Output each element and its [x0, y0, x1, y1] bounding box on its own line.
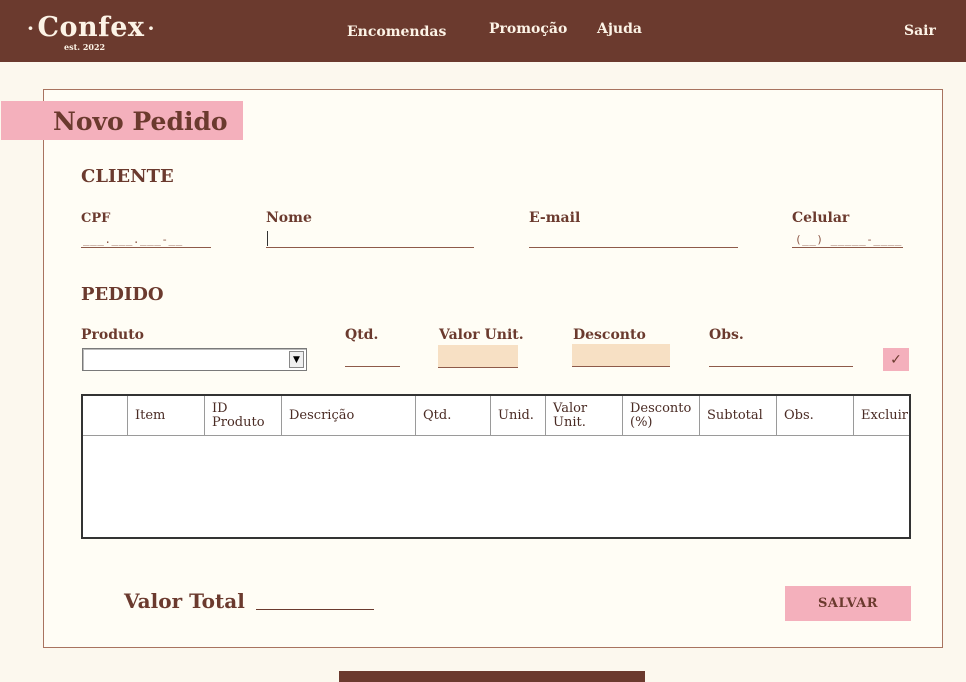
table-header: Item ID Produto Descrição Qtd. Unid. Val… [83, 396, 909, 436]
produto-label: Produto [81, 327, 145, 343]
valor-total-value [256, 609, 374, 610]
nav-promocao[interactable]: Promoção [489, 21, 567, 37]
cpf-label: CPF [81, 211, 111, 226]
valor-unit-field[interactable] [438, 345, 518, 368]
nome-label: Nome [266, 210, 312, 226]
cpf-mask: ___.___.___-__ [83, 233, 183, 246]
nav-sair[interactable]: Sair [904, 23, 936, 39]
desconto-field[interactable] [572, 344, 670, 367]
obs-label: Obs. [709, 327, 744, 343]
nome-field[interactable] [266, 228, 474, 248]
chevron-down-icon[interactable]: ▼ [289, 351, 304, 368]
valor-total-label: Valor Total [124, 589, 245, 613]
email-field[interactable] [529, 228, 738, 248]
save-button[interactable]: SALVAR [785, 586, 911, 621]
nav-encomendas[interactable]: Encomendas [347, 24, 446, 40]
email-label: E-mail [529, 210, 581, 226]
column-header-descricao[interactable]: Descrição [282, 396, 416, 436]
celular-label: Celular [792, 210, 850, 226]
cliente-section-title: CLIENTE [81, 166, 174, 187]
column-header-valor-unit[interactable]: Valor Unit. [546, 396, 623, 436]
valor-unit-label: Valor Unit. [439, 327, 524, 343]
items-table[interactable]: Item ID Produto Descrição Qtd. Unid. Val… [81, 394, 911, 539]
qtd-label: Qtd. [345, 327, 379, 343]
add-item-button[interactable]: ✓ [883, 348, 909, 371]
column-header-id-produto[interactable]: ID Produto [205, 396, 282, 436]
text-cursor [267, 231, 268, 246]
qtd-field[interactable] [345, 347, 400, 367]
column-header-excluir[interactable]: Excluir [854, 396, 909, 436]
bottom-bar [339, 671, 645, 682]
column-header-subtotal[interactable]: Subtotal [700, 396, 777, 436]
logo-wordmark: · Confex · [24, 12, 164, 43]
logo-dot-right: · [147, 15, 155, 40]
nav-ajuda[interactable]: Ajuda [597, 21, 642, 37]
page-title: Novo Pedido [53, 107, 228, 136]
logo-text: Confex [37, 12, 145, 43]
celular-mask: (__) _____-____ [795, 233, 902, 246]
pedido-section-title: PEDIDO [81, 284, 164, 305]
column-header-select[interactable] [83, 396, 128, 436]
desconto-label: Desconto [573, 327, 646, 343]
column-header-item[interactable]: Item [128, 396, 205, 436]
column-header-unid[interactable]: Unid. [491, 396, 546, 436]
column-header-obs[interactable]: Obs. [777, 396, 854, 436]
logo-subtitle: est. 2022 [64, 42, 106, 52]
top-nav-bar: · Confex · est. 2022 Encomendas Promoção… [0, 0, 966, 62]
produto-select[interactable]: ▼ [82, 348, 307, 371]
column-header-qtd[interactable]: Qtd. [416, 396, 491, 436]
obs-field[interactable] [709, 347, 853, 367]
column-header-desconto[interactable]: Desconto (%) [623, 396, 700, 436]
logo-dot-left: · [27, 15, 35, 40]
check-icon: ✓ [890, 351, 902, 368]
confex-logo[interactable]: · Confex · est. 2022 [24, 12, 164, 52]
